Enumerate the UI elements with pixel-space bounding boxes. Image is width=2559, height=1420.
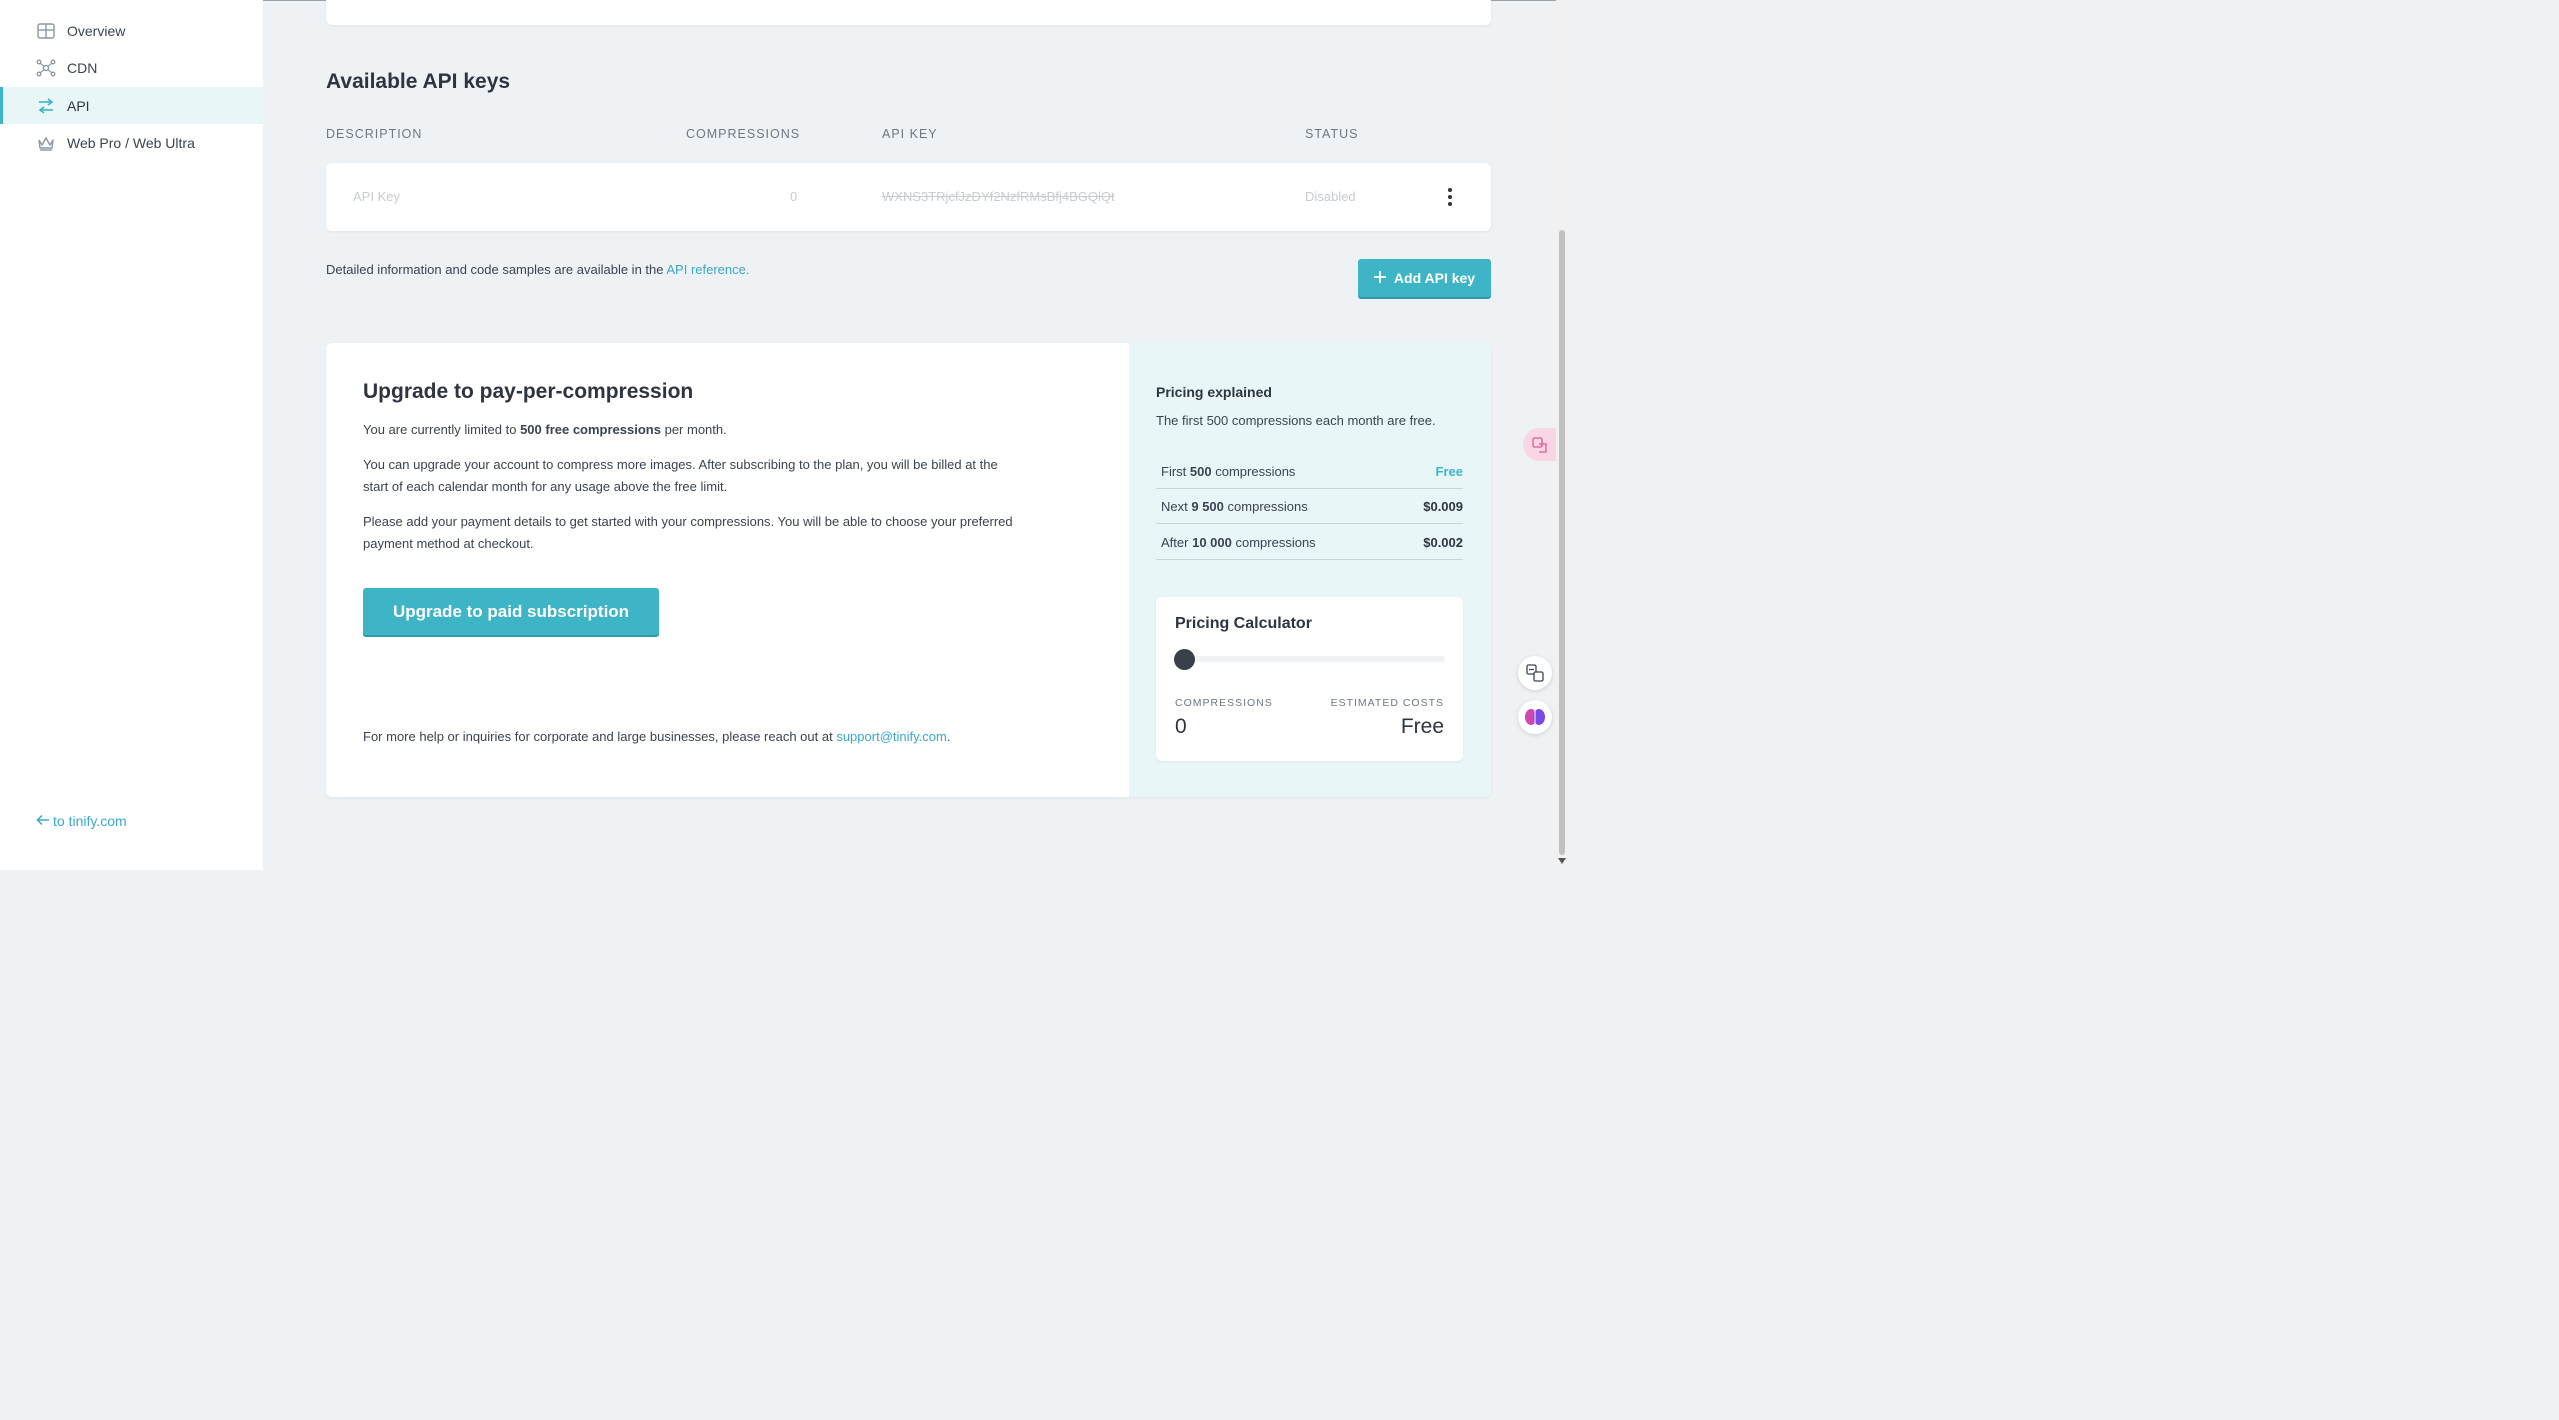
estimated-costs-value: Free	[1400, 715, 1444, 738]
scrollbar-thumb[interactable]	[1559, 230, 1565, 855]
back-link-label: to tinify.com	[53, 813, 127, 829]
sidebar-item-cdn[interactable]: CDN	[0, 49, 263, 86]
api-key-description: API Key	[353, 189, 400, 204]
api-key-value: WXNS3TRjcfJzDYf2NzfRMsBfj4BGQlQt	[882, 189, 1115, 204]
pricing-subtitle: The first 500 compressions each month ar…	[1156, 413, 1436, 428]
more-options-icon[interactable]	[1443, 188, 1457, 206]
sidebar-item-label: API	[67, 97, 90, 114]
swap-arrows-icon	[36, 96, 56, 116]
sidebar-item-web-pro[interactable]: Web Pro / Web Ultra	[0, 124, 263, 161]
sidebar-item-label: CDN	[67, 59, 98, 76]
upgrade-card: Upgrade to pay-per-compression You are c…	[326, 343, 1491, 797]
compressions-slider-track[interactable]	[1175, 656, 1445, 662]
limit-value: 500 free compressions	[520, 422, 661, 437]
tier-label: After 10 000 compressions	[1161, 535, 1316, 550]
ai-brain-icon[interactable]	[1518, 700, 1552, 734]
scroll-down-arrow-icon[interactable]	[1558, 858, 1566, 864]
limit-suffix: per month.	[664, 422, 727, 437]
pricing-title: Pricing explained	[1156, 384, 1272, 400]
sidebar-item-api[interactable]: API	[0, 87, 263, 124]
compressions-value: 0	[1175, 715, 1187, 738]
page-scrollbar[interactable]	[1556, 0, 1568, 870]
translate-icon[interactable]	[1518, 656, 1552, 690]
api-keys-title: Available API keys	[326, 70, 511, 93]
calculator-title: Pricing Calculator	[1175, 615, 1312, 632]
arrow-left-icon	[36, 813, 50, 829]
api-key-compressions: 0	[790, 189, 798, 204]
column-header-compressions: COMPRESSIONS	[686, 127, 801, 141]
estimated-costs-label: ESTIMATED COSTS	[1330, 697, 1444, 709]
tier-label: Next 9 500 compressions	[1161, 499, 1308, 514]
sidebar-item-overview[interactable]: Overview	[0, 12, 263, 49]
translate-tab-icon[interactable]	[1523, 428, 1556, 461]
pricing-tier-row: First 500 compressions Free	[1156, 454, 1463, 489]
grid-icon	[36, 21, 56, 41]
upgrade-info-panel: Upgrade to pay-per-compression You are c…	[326, 343, 1129, 797]
add-api-key-button[interactable]: Add API key	[1358, 259, 1491, 297]
api-info-label: Detailed information and code samples ar…	[326, 262, 664, 277]
column-header-description: DESCRIPTION	[326, 127, 423, 141]
free-limit-text: You are currently limited to 500 free co…	[363, 419, 1013, 441]
plus-icon	[1373, 270, 1386, 286]
network-icon	[36, 58, 56, 78]
column-header-api-key: API KEY	[882, 127, 938, 141]
sidebar-item-label: Web Pro / Web Ultra	[67, 134, 195, 151]
upgrade-subscription-button[interactable]: Upgrade to paid subscription	[363, 588, 659, 635]
pricing-calculator: Pricing Calculator COMPRESSIONS ESTIMATE…	[1156, 597, 1463, 761]
help-end: .	[946, 729, 951, 744]
tier-label: First 500 compressions	[1161, 464, 1296, 479]
api-key-row: API Key 0 WXNS3TRjcfJzDYf2NzfRMsBfj4BGQl…	[326, 163, 1491, 231]
pricing-tier-row: After 10 000 compressions $0.002	[1156, 525, 1463, 560]
sidebar: Overview CDN API Web Pro / Web Ultra to …	[0, 0, 263, 870]
api-key-status: Disabled	[1305, 189, 1356, 204]
help-text: For more help or inquiries for corporate…	[363, 729, 950, 744]
add-api-key-label: Add API key	[1393, 270, 1476, 286]
upgrade-description: You can upgrade your account to compress…	[363, 457, 998, 494]
help-label: For more help or inquiries for corporate…	[363, 729, 833, 744]
support-email-link[interactable]: support@tinify.com	[836, 729, 947, 744]
crown-icon	[36, 133, 56, 153]
sidebar-item-label: Overview	[67, 22, 126, 39]
upgrade-title: Upgrade to pay-per-compression	[363, 380, 694, 403]
previous-section-card	[326, 0, 1491, 25]
pricing-panel: Pricing explained The first 500 compress…	[1129, 343, 1491, 797]
api-info-text: Detailed information and code samples ar…	[326, 262, 750, 277]
back-to-tinify-link[interactable]: to tinify.com	[36, 813, 127, 829]
compressions-label: COMPRESSIONS	[1175, 697, 1273, 709]
compressions-slider-handle[interactable]	[1174, 649, 1195, 670]
limit-prefix: You are currently limited to	[363, 422, 517, 437]
pricing-tier-row: Next 9 500 compressions $0.009	[1156, 489, 1463, 524]
column-header-status: STATUS	[1305, 127, 1359, 141]
payment-description: Please add your payment details to get s…	[363, 514, 1013, 551]
api-reference-link[interactable]: API reference.	[666, 262, 749, 277]
tier-price: Free	[1435, 464, 1463, 479]
tier-price: $0.002	[1423, 535, 1463, 550]
tier-price: $0.009	[1423, 499, 1463, 514]
